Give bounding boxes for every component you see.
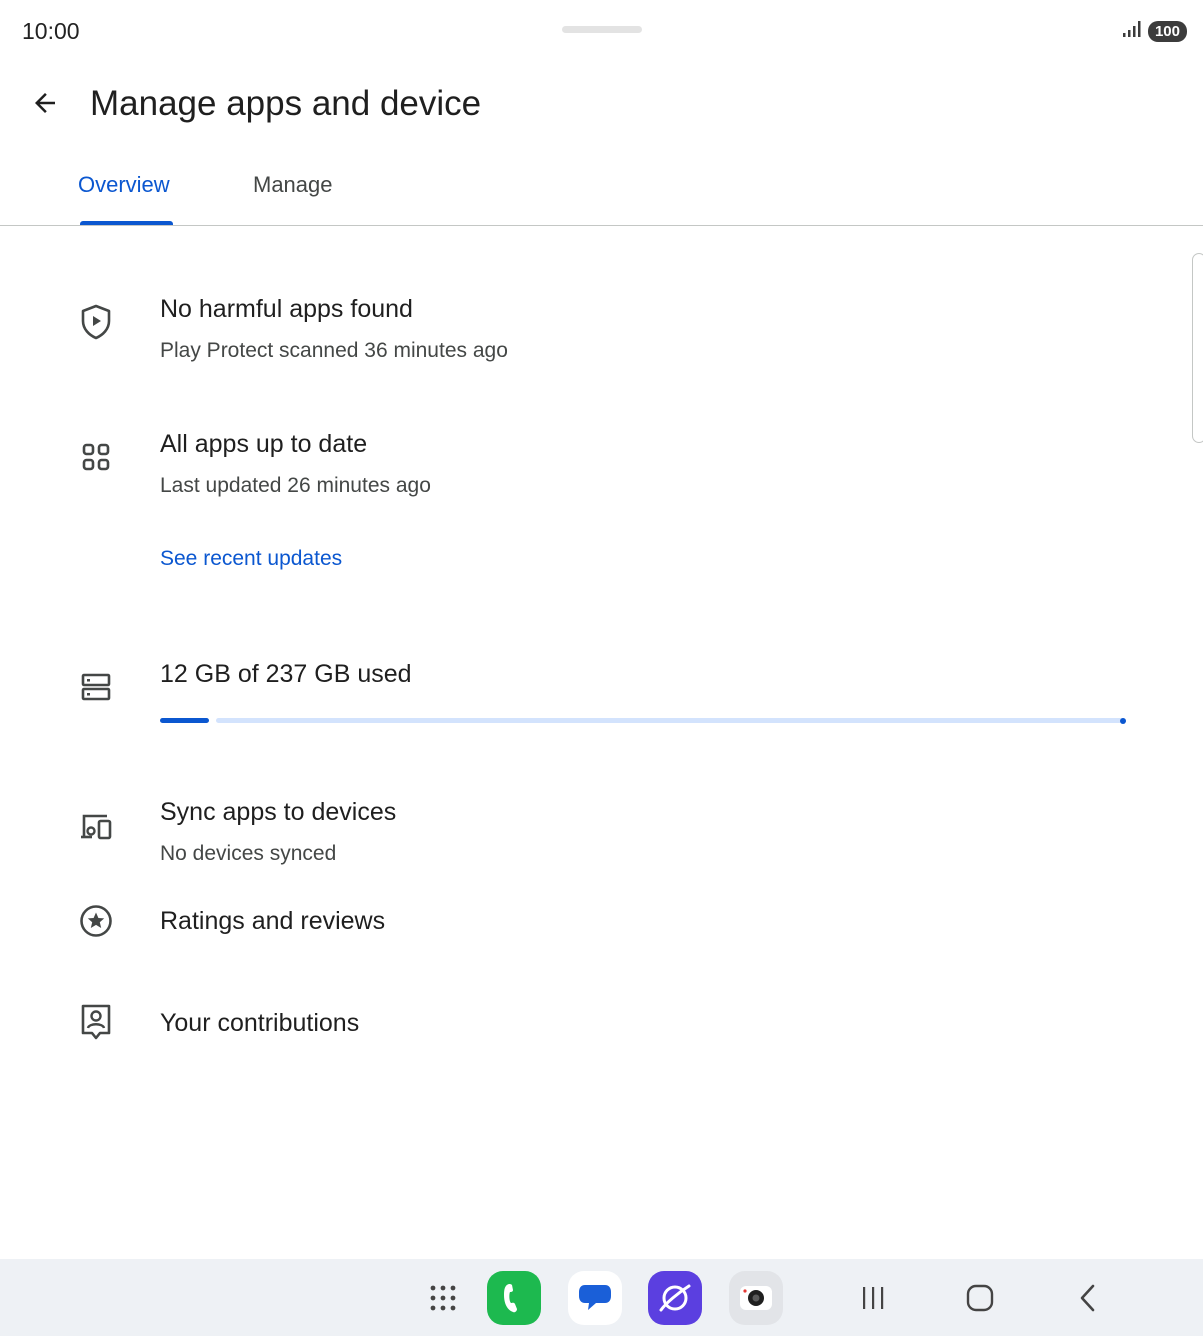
battery-indicator: 100 bbox=[1147, 21, 1187, 42]
sync-subtitle: No devices synced bbox=[160, 842, 337, 865]
protect-subtitle: Play Protect scanned 36 minutes ago bbox=[160, 339, 508, 362]
sync-title[interactable]: Sync apps to devices bbox=[160, 798, 396, 827]
back-button[interactable] bbox=[26, 86, 64, 124]
contributions-icon bbox=[76, 1002, 116, 1042]
play-protect-shield-icon bbox=[76, 302, 116, 342]
screen: 10:00 100 Manage apps and device Overvie… bbox=[0, 0, 1203, 1336]
ratings-title[interactable]: Ratings and reviews bbox=[160, 907, 385, 936]
tabs-divider bbox=[0, 225, 1203, 226]
storage-progress-end-dot bbox=[1120, 718, 1126, 724]
protect-title[interactable]: No harmful apps found bbox=[160, 295, 413, 324]
updates-title[interactable]: All apps up to date bbox=[160, 430, 367, 459]
star-circle-icon bbox=[76, 901, 116, 941]
status-time: 10:00 bbox=[22, 18, 80, 44]
drag-handle[interactable] bbox=[562, 26, 642, 33]
phone-app-icon[interactable] bbox=[487, 1271, 541, 1325]
storage-progress-track bbox=[216, 718, 1126, 723]
storage-progress-used bbox=[160, 718, 209, 723]
storage-icon bbox=[76, 667, 116, 707]
devices-icon bbox=[76, 806, 116, 846]
camera-app-icon[interactable] bbox=[729, 1271, 783, 1325]
scroll-indicator[interactable] bbox=[1192, 253, 1203, 443]
arrow-back-icon bbox=[30, 88, 60, 123]
updates-subtitle: Last updated 26 minutes ago bbox=[160, 474, 431, 497]
back-nav-icon[interactable] bbox=[1061, 1271, 1115, 1325]
recents-icon[interactable] bbox=[846, 1271, 900, 1325]
signal-icon bbox=[1122, 20, 1142, 43]
internet-app-icon[interactable] bbox=[648, 1271, 702, 1325]
tab-overview[interactable]: Overview bbox=[78, 172, 170, 198]
status-icons: 100 bbox=[1122, 20, 1187, 43]
messages-app-icon[interactable] bbox=[568, 1271, 622, 1325]
storage-title[interactable]: 12 GB of 237 GB used bbox=[160, 660, 412, 689]
apps-grid-icon bbox=[76, 437, 116, 477]
home-icon[interactable] bbox=[953, 1271, 1007, 1325]
navigation-bar bbox=[0, 1259, 1203, 1336]
see-recent-updates-link[interactable]: See recent updates bbox=[160, 547, 342, 571]
app-drawer-icon[interactable] bbox=[416, 1271, 470, 1325]
page-title: Manage apps and device bbox=[90, 84, 482, 123]
contributions-title[interactable]: Your contributions bbox=[160, 1009, 359, 1038]
tab-manage[interactable]: Manage bbox=[253, 172, 333, 198]
